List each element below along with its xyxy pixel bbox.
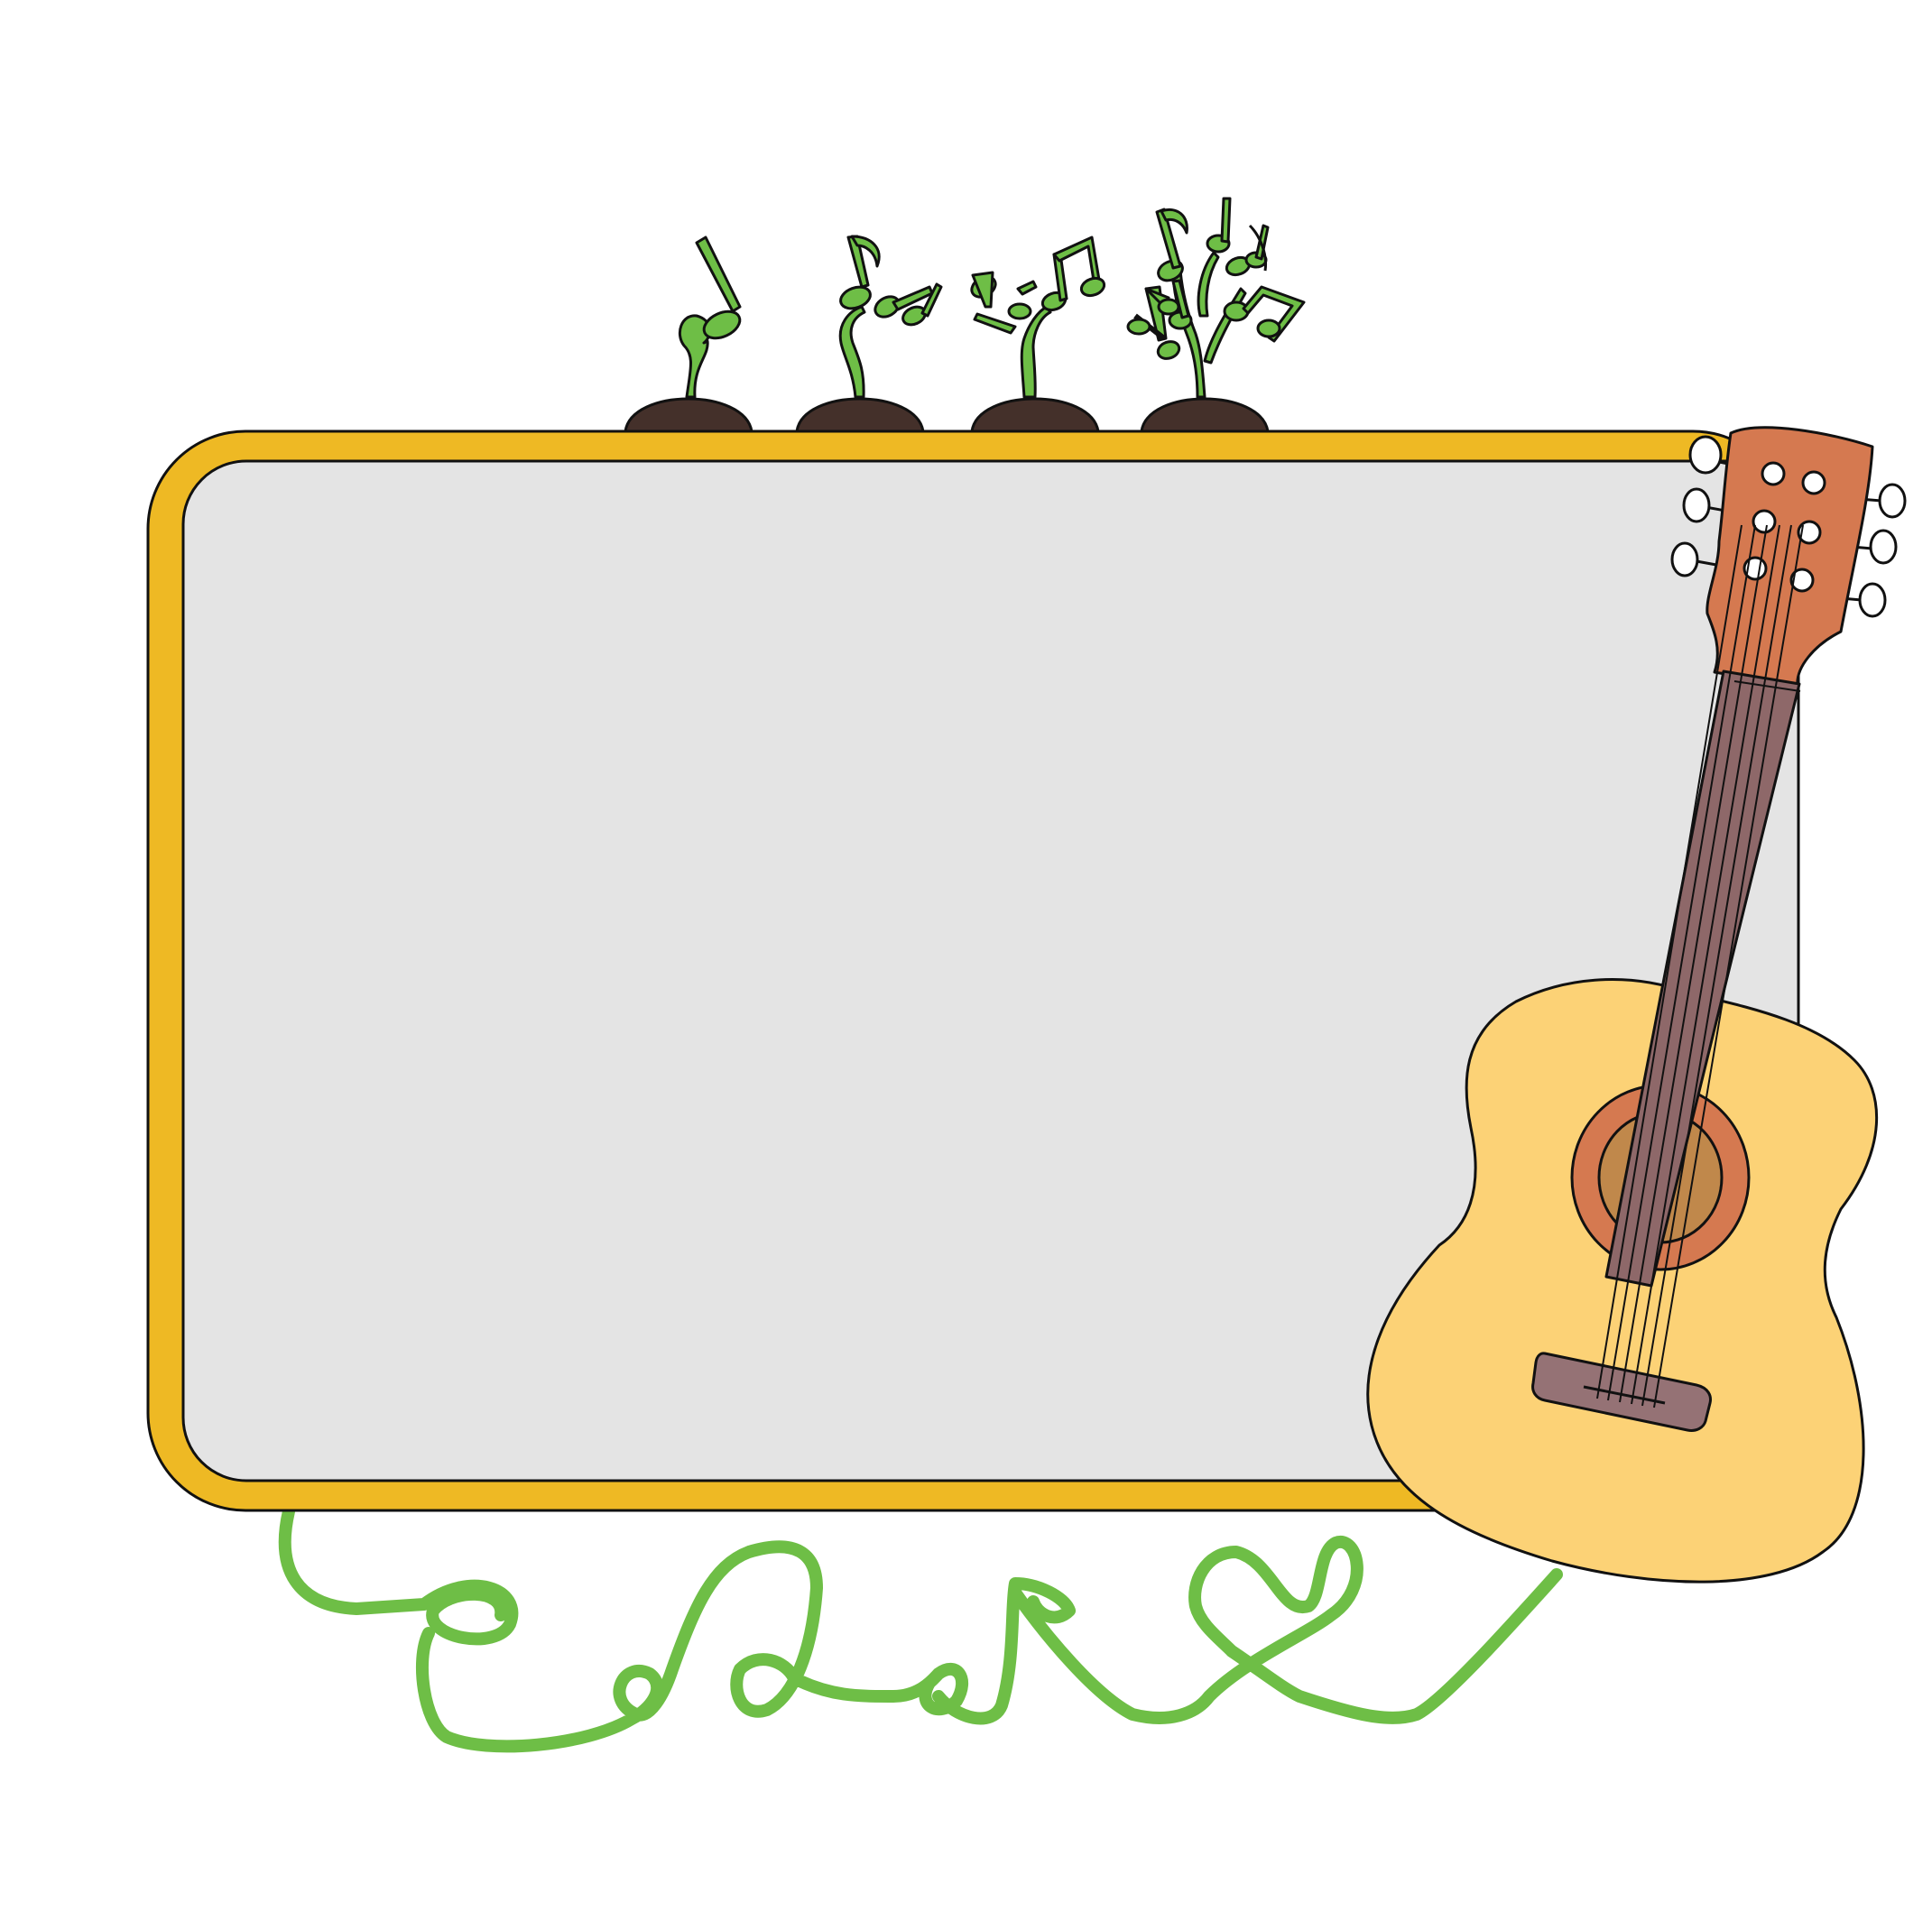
music-note-sprout-icon	[1126, 197, 1306, 399]
soil-mound-icon	[1140, 397, 1270, 433]
soil-mounds	[624, 397, 1270, 433]
sprouts	[679, 197, 1306, 399]
music-board-illustration	[146, 197, 1907, 1753]
soil-mound-icon	[624, 397, 753, 433]
music-note-sprout-icon	[679, 235, 742, 399]
soil-mound-icon	[970, 397, 1100, 433]
guitar-headstock	[1706, 426, 1874, 688]
soil-mound-icon	[795, 397, 925, 433]
music-note-sprout-icon	[970, 235, 1106, 399]
music-note-sprout-icon	[838, 235, 943, 399]
vine-icon	[278, 1505, 1563, 1753]
